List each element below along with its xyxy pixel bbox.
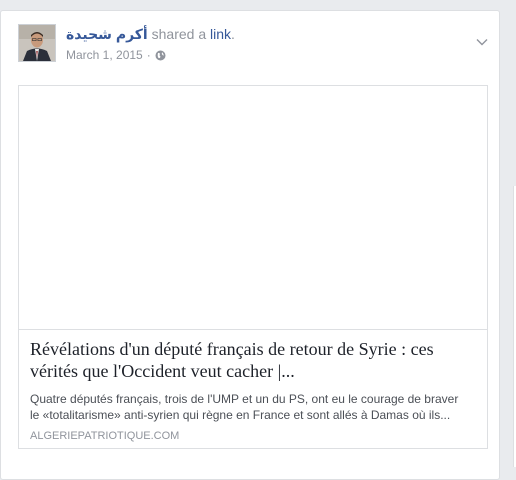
avatar[interactable]: [18, 24, 56, 62]
action-text: shared a: [147, 26, 210, 42]
header-period: .: [231, 26, 235, 42]
author-name-link[interactable]: أكرم شحيدة: [66, 26, 148, 42]
link-preview-description-line-2: le «totalitarisme» anti-syrien qui règne…: [30, 408, 451, 422]
post-card: أكرم شحيدة shared a link. March 1, 2015 …: [0, 10, 500, 480]
link-preview-title[interactable]: Révélations d'un député français de reto…: [30, 338, 480, 382]
link-preview-image[interactable]: [19, 86, 487, 330]
link-preview-domain: ALGERIEPATRIOTIQUE.COM: [30, 430, 180, 442]
post-header: أكرم شحيدة shared a link.: [66, 26, 235, 43]
link-preview-description: Quatre députés français, trois de l'UMP …: [30, 391, 480, 423]
post-meta: March 1, 2015 ·: [66, 48, 166, 62]
shared-link-word[interactable]: link: [210, 26, 231, 42]
globe-icon[interactable]: [155, 50, 166, 61]
link-preview-description-line-1: Quatre députés français, trois de l'UMP …: [30, 392, 459, 406]
post-timestamp[interactable]: March 1, 2015: [66, 48, 143, 62]
link-preview-card[interactable]: Révélations d'un député français de reto…: [18, 85, 488, 449]
meta-separator: ·: [146, 48, 151, 62]
chevron-down-icon[interactable]: [476, 33, 488, 46]
